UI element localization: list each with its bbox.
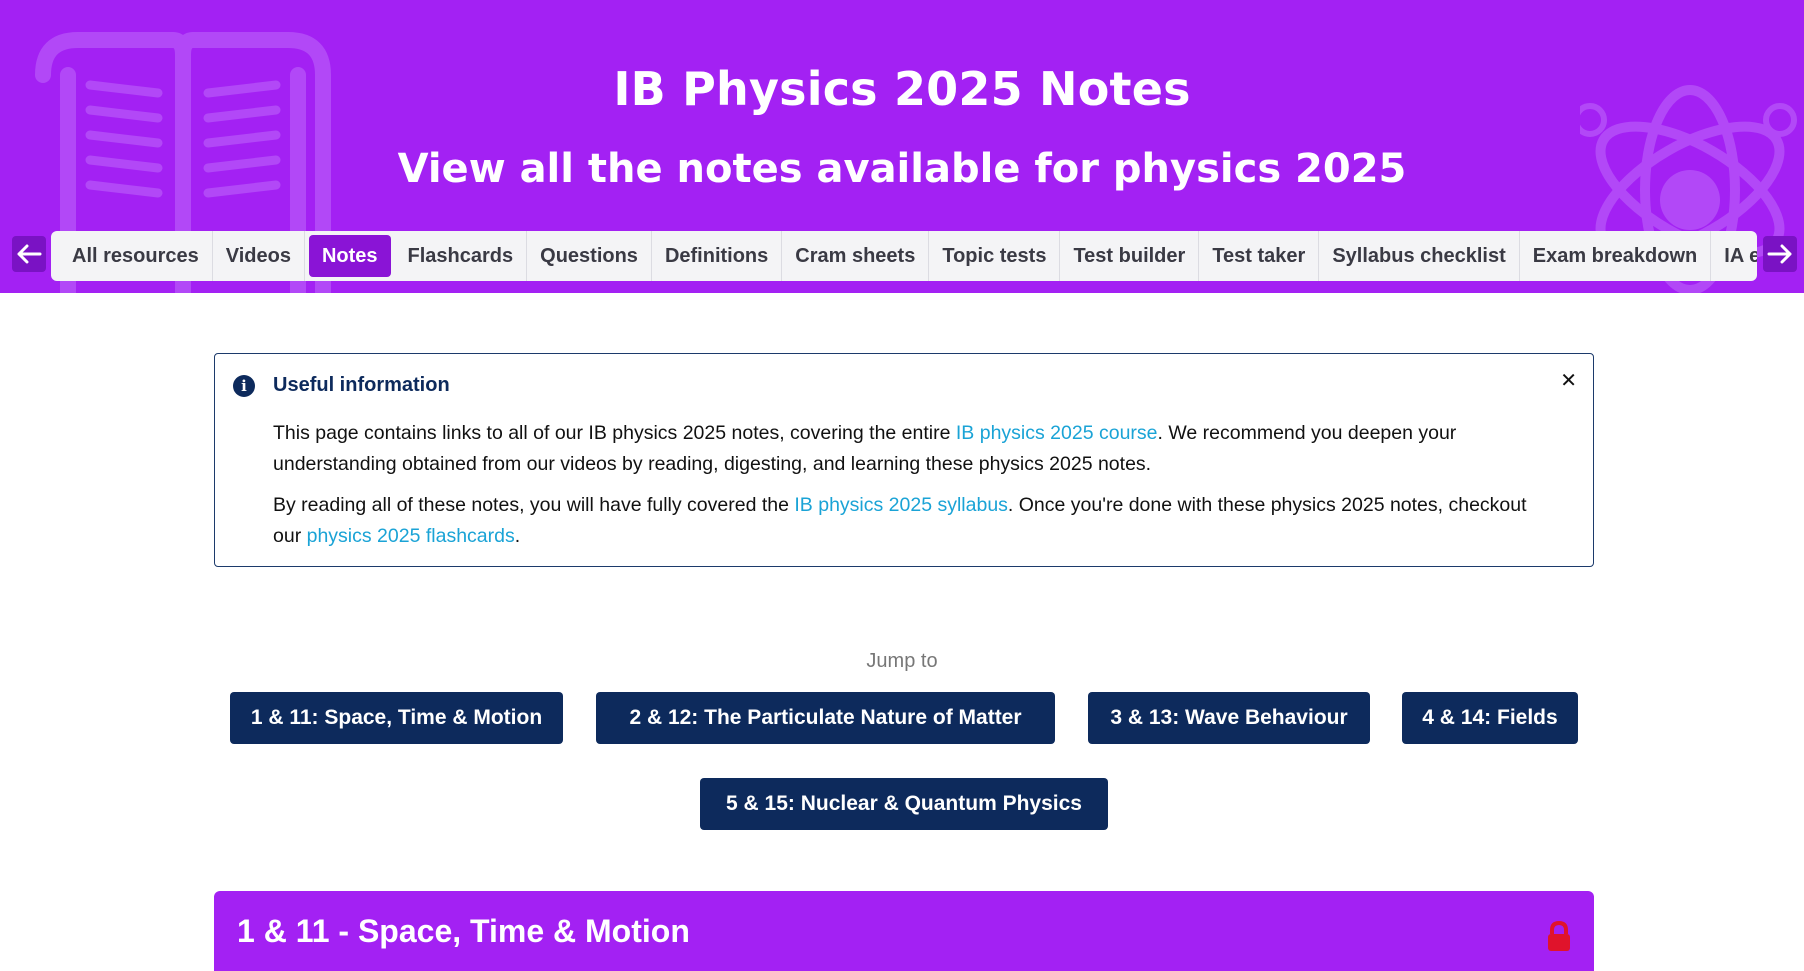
- scroll-right-button[interactable]: [1763, 236, 1797, 272]
- tab-definitions[interactable]: Definitions: [652, 231, 783, 281]
- tab-ia-examples[interactable]: IA ex: [1711, 231, 1757, 281]
- jump-to-label: Jump to: [866, 650, 938, 672]
- tab-all-resources[interactable]: All resources: [59, 231, 213, 281]
- tab-test-taker[interactable]: Test taker: [1199, 231, 1320, 281]
- section-title: 1 & 11 - Space, Time & Motion: [237, 913, 690, 949]
- arrow-right-icon: [1767, 244, 1792, 264]
- scroll-left-button[interactable]: [12, 236, 46, 272]
- tab-cram-sheets[interactable]: Cram sheets: [782, 231, 930, 281]
- info-icon: i: [233, 375, 255, 397]
- info-paragraph-2: By reading all of these notes, you will …: [273, 490, 1553, 552]
- tab-exam-breakdown[interactable]: Exam breakdown: [1520, 231, 1712, 281]
- close-icon[interactable]: ✕: [1560, 368, 1577, 392]
- info-paragraph-1: This page contains links to all of our I…: [273, 418, 1553, 480]
- useful-information-panel: i Useful information ✕ This page contain…: [214, 353, 1594, 567]
- page-subtitle: View all the notes available for physics…: [397, 146, 1407, 192]
- tab-test-builder[interactable]: Test builder: [1060, 231, 1200, 281]
- flashcards-link[interactable]: physics 2025 flashcards: [307, 525, 515, 547]
- page-title: IB Physics 2025 Notes: [613, 62, 1191, 116]
- lock-icon: [1548, 921, 1570, 951]
- tab-questions[interactable]: Questions: [527, 231, 652, 281]
- info-text-segment: .: [514, 525, 521, 547]
- jump-topic-4-button[interactable]: 4 & 14: Fields: [1402, 692, 1578, 744]
- tab-videos[interactable]: Videos: [213, 231, 305, 281]
- jump-topic-3-button[interactable]: 3 & 13: Wave Behaviour: [1088, 692, 1370, 744]
- arrow-left-icon: [17, 244, 42, 264]
- jump-topic-1-button[interactable]: 1 & 11: Space, Time & Motion: [230, 692, 563, 744]
- info-text-segment: This page contains links to all of our I…: [273, 422, 956, 444]
- course-link[interactable]: IB physics 2025 course: [956, 422, 1158, 444]
- jump-topic-5-button[interactable]: 5 & 15: Nuclear & Quantum Physics: [700, 778, 1108, 830]
- tab-topic-tests[interactable]: Topic tests: [929, 231, 1061, 281]
- info-title: Useful information: [273, 374, 450, 396]
- jump-topic-2-button[interactable]: 2 & 12: The Particulate Nature of Matter: [596, 692, 1055, 744]
- syllabus-link[interactable]: IB physics 2025 syllabus: [794, 494, 1008, 516]
- tab-flashcards[interactable]: Flashcards: [395, 231, 528, 281]
- resource-tabs: All resources Videos Notes Flashcards Qu…: [51, 231, 1757, 281]
- tab-syllabus-checklist[interactable]: Syllabus checklist: [1319, 231, 1520, 281]
- info-text-segment: By reading all of these notes, you will …: [273, 494, 795, 516]
- section-header[interactable]: 1 & 11 - Space, Time & Motion: [214, 891, 1594, 971]
- tab-notes[interactable]: Notes: [308, 235, 391, 277]
